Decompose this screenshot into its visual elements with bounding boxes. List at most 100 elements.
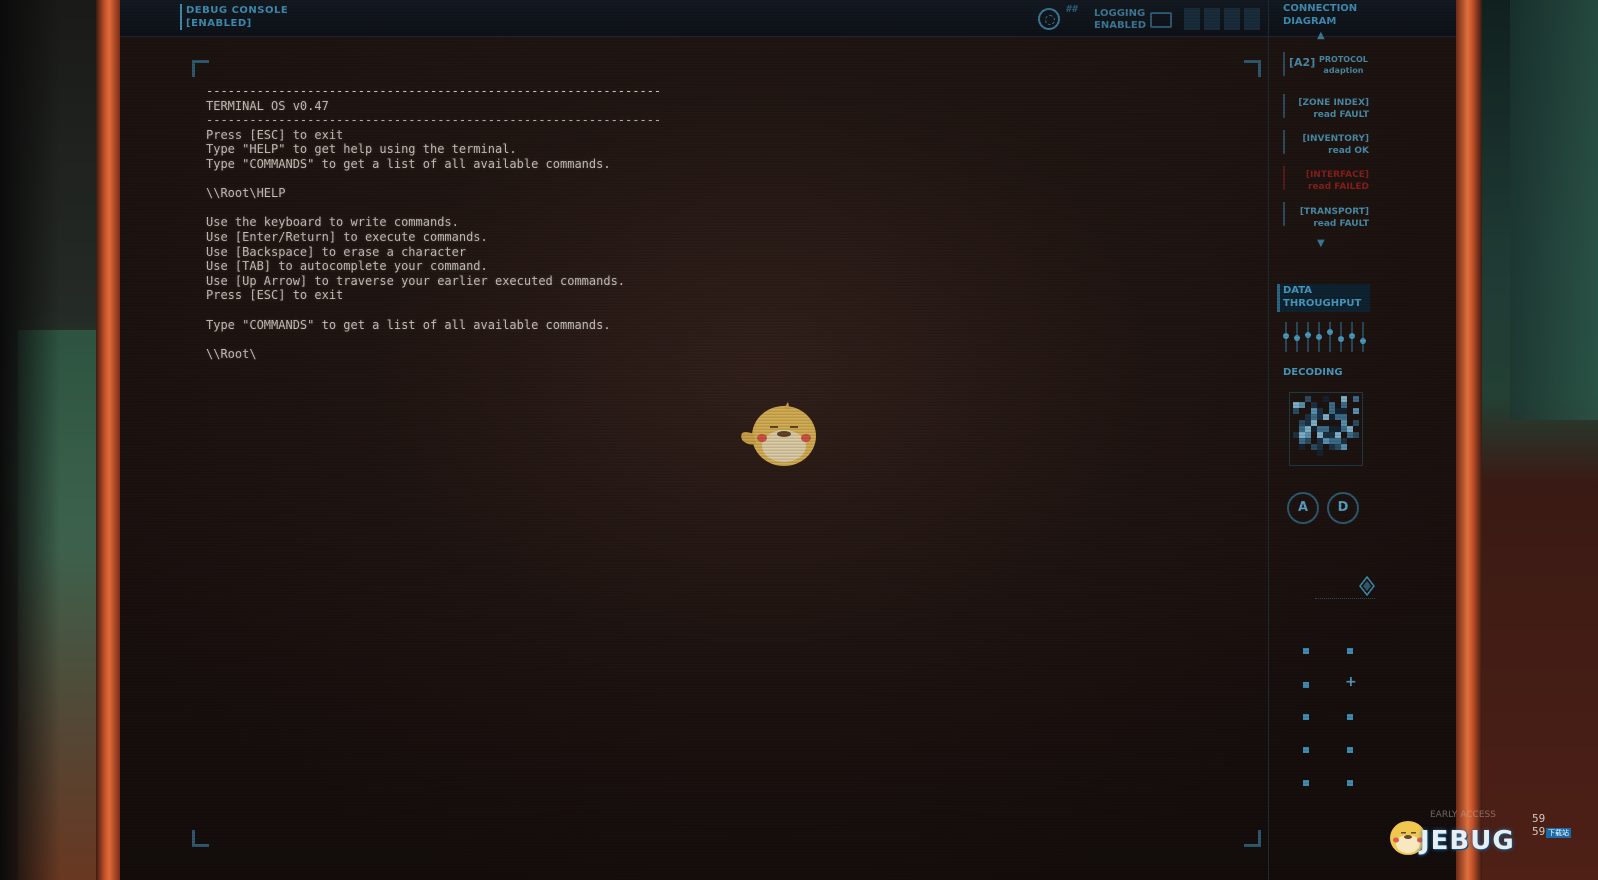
fps-value-2: 59: [1532, 825, 1546, 838]
connection-item-inventory: [INVENTORY] read OK: [1283, 133, 1370, 157]
connection-item-status: read FAULT: [1313, 110, 1369, 120]
decoding-pixel: [1299, 402, 1305, 408]
connection-item-name: [ZONE INDEX]: [1298, 98, 1369, 108]
terminal-line: ----------------------------------------…: [206, 84, 662, 98]
logging-label: LOGGING: [1094, 8, 1146, 19]
game-viewport: DEBUG CONSOLE [ENABLED] ## LOGGING ENABL…: [0, 0, 1598, 880]
nav-dot: [1347, 714, 1353, 720]
room-panel-right: [1510, 0, 1598, 420]
throughput-level-dot: [1338, 336, 1344, 342]
monitor-bezel-left: [96, 0, 120, 880]
data-throughput-line-1: DATA: [1283, 285, 1313, 296]
connection-tick: [1283, 52, 1285, 76]
connection-item-zone-index: [ZONE INDEX] read FAULT: [1283, 97, 1369, 121]
throughput-level-dot: [1316, 334, 1322, 340]
nav-dot: [1303, 780, 1309, 786]
decoding-pixel: [1353, 432, 1359, 438]
nav-dot: [1347, 780, 1353, 786]
frame-corner-top-right: [1244, 60, 1261, 77]
terminal-line: TERMINAL OS v0.47: [206, 98, 329, 113]
nav-dot: [1347, 648, 1353, 654]
terminal-line: Type "COMMANDS" to get a list of all ava…: [206, 156, 611, 171]
emblem-icon: [1359, 576, 1375, 596]
duck-mascot-watermark: [741, 402, 816, 466]
data-throughput-meter: [1283, 322, 1369, 352]
throughput-track: [1362, 322, 1364, 352]
throughput-level-dot: [1327, 329, 1333, 335]
decoding-pixel: [1317, 450, 1323, 456]
decoding-pixel: [1353, 408, 1359, 414]
debug-console-title: DEBUG CONSOLE: [186, 5, 289, 16]
connection-item-status: read FAILED: [1308, 182, 1369, 192]
a2-protocol-line-2: adaption: [1323, 66, 1364, 75]
terminal-line: Press [ESC] to exit: [206, 288, 344, 303]
terminal-line: Type "COMMANDS" to get a list of all ava…: [206, 317, 611, 332]
debug-accent-bar: [180, 4, 182, 30]
nav-dot: [1347, 747, 1353, 753]
plus-icon: +: [1345, 674, 1357, 690]
terminal-line: Use the keyboard to write commands.: [206, 215, 459, 230]
connection-diagram-title: CONNECTION DIAGRAM: [1283, 2, 1357, 28]
emblem-caption: [1315, 598, 1375, 605]
terminal-line: Press [ESC] to exit: [206, 127, 344, 142]
screen-top-bar: DEBUG CONSOLE [ENABLED] ## LOGGING ENABL…: [120, 0, 1456, 37]
decoding-noise-grid: [1289, 392, 1363, 466]
chevron-down-icon[interactable]: ▼: [1317, 238, 1325, 249]
crosshair-icon: [1038, 8, 1060, 30]
decoding-pixel: [1299, 444, 1305, 450]
fps-counter: 59 59: [1532, 812, 1545, 838]
d-key-button[interactable]: D: [1327, 492, 1359, 524]
frame-corner-top-left: [192, 60, 209, 77]
decoding-pixel: [1293, 408, 1299, 414]
connection-item-interface: [INTERFACE] read FAILED: [1283, 169, 1369, 193]
throughput-level-dot: [1294, 335, 1300, 341]
early-access-label: EARLY ACCESS: [1430, 810, 1496, 820]
decoding-title: DECODING: [1283, 367, 1343, 378]
connection-item-name: [INTERFACE]: [1305, 170, 1369, 180]
decoding-pixel: [1341, 444, 1347, 450]
connection-item-transport: [TRANSPORT] read FAULT: [1283, 206, 1369, 230]
nav-dot: [1303, 682, 1309, 688]
terminal-screen[interactable]: DEBUG CONSOLE [ENABLED] ## LOGGING ENABL…: [120, 0, 1456, 880]
connection-title-line-1: CONNECTION: [1283, 3, 1358, 14]
terminal-line: \\Root\HELP: [206, 186, 286, 201]
nav-dot: [1303, 714, 1309, 720]
terminal-line: \\Root\: [206, 346, 257, 361]
a2-label: [A2]: [1289, 56, 1316, 69]
room-shadow-left: [0, 0, 60, 880]
throughput-level-dot: [1360, 338, 1366, 344]
debug-console-status: DEBUG CONSOLE [ENABLED]: [186, 4, 288, 30]
hash-marker: ##: [1066, 4, 1079, 15]
frame-corner-bottom-left: [192, 830, 209, 847]
frame-corner-bottom-right: [1244, 830, 1261, 847]
a-key-button[interactable]: A: [1287, 492, 1319, 524]
terminal-line: Use [Up Arrow] to traverse your earlier …: [206, 273, 626, 288]
terminal-line: Type "HELP" to get help using the termin…: [206, 142, 517, 157]
chevron-up-icon[interactable]: ▲: [1317, 30, 1325, 41]
decoding-pixel: [1353, 396, 1359, 402]
a2-protocol-line-1: PROTOCOL: [1319, 55, 1368, 64]
data-throughput-line-2: THROUGHPUT: [1283, 298, 1362, 309]
terminal-output[interactable]: ----------------------------------------…: [206, 84, 1216, 361]
site-watermark-text: JEBUG: [1420, 826, 1515, 856]
navigation-dot-grid: +: [1303, 648, 1367, 794]
data-throughput-title: DATA THROUGHPUT: [1283, 284, 1361, 310]
connection-item-name: [INVENTORY]: [1302, 134, 1370, 144]
connection-item-name: [TRANSPORT]: [1299, 207, 1369, 217]
debug-console-state: [ENABLED]: [186, 18, 252, 29]
throughput-track: [1329, 322, 1331, 352]
nav-dot: [1303, 747, 1309, 753]
terminal-line: Use [TAB] to autocomplete your command.: [206, 259, 488, 274]
terminal-line: Use [Enter/Return] to execute commands.: [206, 229, 488, 244]
fps-value-1: 59: [1532, 812, 1546, 825]
connection-item-status: read OK: [1328, 146, 1369, 156]
terminal-line: ----------------------------------------…: [206, 113, 662, 128]
connection-item-status: read FAULT: [1313, 219, 1369, 229]
site-watermark-sub: 下载站: [1546, 828, 1571, 838]
right-status-panel: CONNECTION DIAGRAM ▲ [A2] PROTOCOL adapt…: [1268, 0, 1377, 880]
a2-protocol: PROTOCOL adaption: [1319, 54, 1368, 76]
